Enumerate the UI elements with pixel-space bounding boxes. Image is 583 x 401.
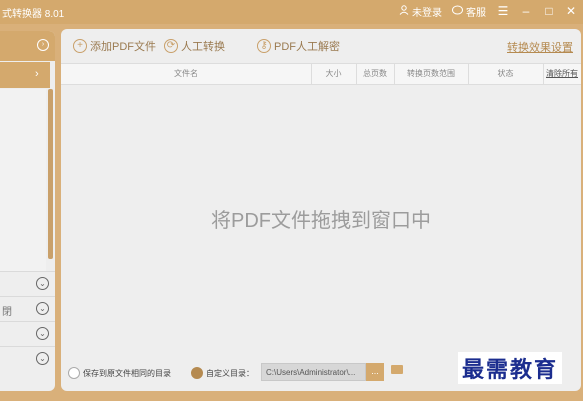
sidebar-header: ›	[0, 31, 55, 61]
custom-dir-label: 自定义目录：	[206, 369, 254, 378]
col-page-range: 转换页数范围	[394, 64, 469, 84]
close-icon[interactable]: ✕	[563, 3, 579, 19]
login-button[interactable]: 未登录	[399, 4, 442, 19]
refresh-icon: ⟳	[164, 39, 178, 53]
title-bar: 式转换器 8.01 未登录 客服 ☰ – □ ✕	[0, 0, 583, 24]
drop-hint: 将PDF文件拖拽到窗口中	[211, 209, 431, 232]
col-pages: 总页数	[356, 64, 395, 84]
add-pdf-label: 添加PDF文件	[90, 41, 156, 53]
app-title: 式转换器 8.01	[2, 9, 65, 20]
maximize-icon[interactable]: □	[541, 3, 557, 19]
sidebar-item[interactable]	[0, 245, 46, 272]
manual-convert-button[interactable]: ⟳ 人工转换	[164, 38, 225, 54]
same-dir-label: 保存到原文件相同的目录	[83, 369, 171, 378]
user-icon	[399, 5, 409, 18]
arrow-right-icon: ›	[35, 68, 39, 80]
convert-settings-link[interactable]: 转换效果设置	[507, 39, 573, 55]
sidebar-group[interactable]: ⌄	[0, 321, 55, 347]
manual-convert-label: 人工转换	[181, 41, 225, 53]
file-table-header: 文件名 大小 总页数 转换页数范围 状态 清除所有	[61, 63, 581, 85]
chat-icon	[452, 5, 463, 18]
decrypt-label: PDF人工解密	[274, 41, 340, 53]
key-icon: ⚷	[257, 39, 271, 53]
chevron-down-icon: ⌄	[36, 277, 49, 290]
sidebar-item[interactable]	[0, 115, 46, 142]
browse-button[interactable]: ...	[366, 363, 384, 381]
col-size: 大小	[311, 64, 357, 84]
custom-dir-radio[interactable]	[191, 367, 203, 379]
service-label: 客服	[466, 8, 486, 19]
same-dir-radio[interactable]	[68, 367, 80, 379]
decrypt-button[interactable]: ⚷ PDF人工解密	[257, 38, 340, 54]
sidebar-item-active[interactable]: ›	[0, 62, 50, 88]
drop-zone[interactable]: 将PDF文件拖拽到窗口中	[61, 83, 581, 353]
sidebar-group[interactable]: 閉 ⌄	[0, 296, 55, 322]
login-label: 未登录	[412, 8, 442, 19]
sidebar-group[interactable]: ⌄	[0, 346, 55, 372]
col-status: 状态	[468, 64, 544, 84]
sidebar-group[interactable]: ⌄	[0, 271, 55, 297]
plus-icon: +	[73, 39, 87, 53]
service-button[interactable]: 客服	[452, 4, 486, 19]
add-pdf-button[interactable]: + 添加PDF文件	[73, 38, 156, 54]
main-panel: + 添加PDF文件 ⟳ 人工转换 ⚷ PDF人工解密 转换效果设置 文件名 大小…	[61, 29, 581, 391]
sidebar: › › ⌄ 閉 ⌄ ⌄ ⌄	[0, 31, 55, 391]
output-path-field[interactable]: C:\Users\Administrator\...	[261, 363, 366, 381]
hamburger-icon[interactable]: ☰	[495, 3, 511, 19]
sidebar-group-label: 閉	[2, 307, 12, 318]
sidebar-item[interactable]	[0, 219, 46, 246]
col-filename: 文件名	[61, 64, 312, 84]
watermark: 最需教育	[458, 352, 563, 384]
sidebar-item[interactable]	[0, 167, 46, 194]
chevron-down-icon: ⌄	[36, 302, 49, 315]
chevron-right-icon[interactable]: ›	[37, 39, 49, 51]
sidebar-item[interactable]	[0, 193, 46, 220]
clear-all-link[interactable]: 清除所有	[543, 64, 581, 84]
toolbar: + 添加PDF文件 ⟳ 人工转换 ⚷ PDF人工解密 转换效果设置	[61, 29, 581, 63]
sidebar-item[interactable]	[0, 141, 46, 168]
sidebar-item[interactable]	[0, 89, 46, 116]
sidebar-scrollbar[interactable]	[48, 89, 53, 259]
folder-icon[interactable]	[391, 365, 403, 374]
chevron-down-icon: ⌄	[36, 327, 49, 340]
minimize-icon[interactable]: –	[518, 3, 534, 19]
chevron-down-icon: ⌄	[36, 352, 49, 365]
